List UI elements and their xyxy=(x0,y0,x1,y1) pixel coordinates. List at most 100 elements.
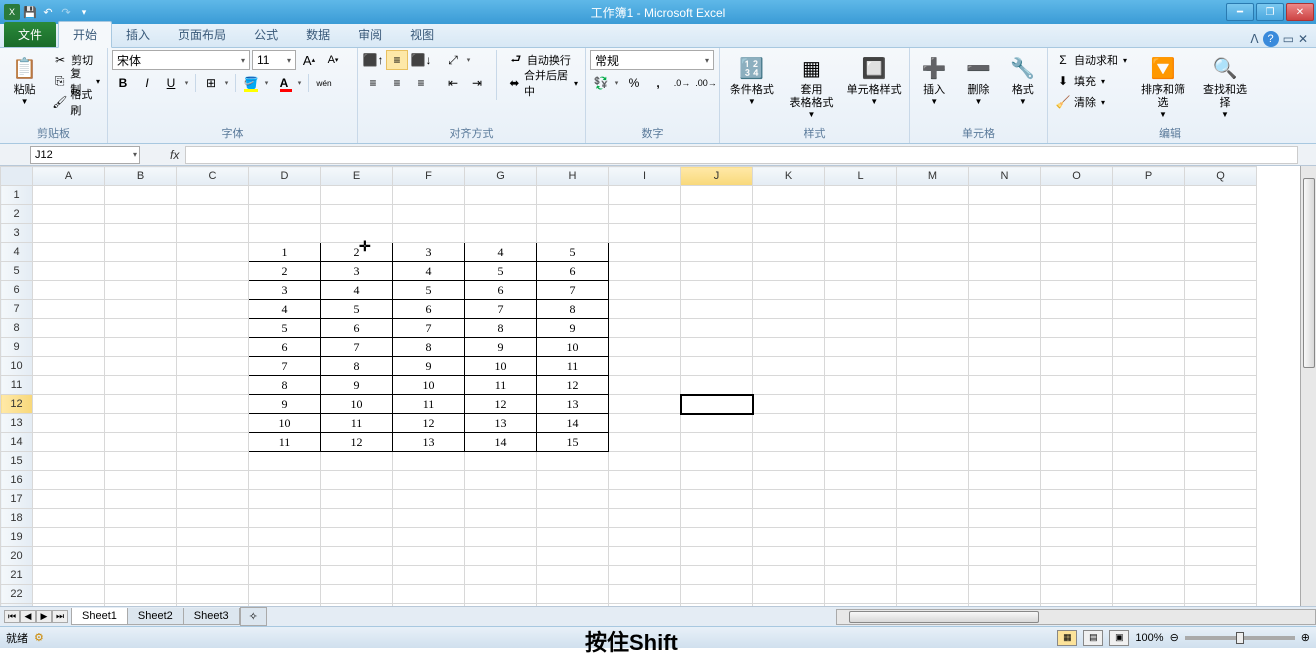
cell[interactable] xyxy=(609,376,681,395)
minimize-button[interactable]: ━ xyxy=(1226,3,1254,21)
row-header[interactable]: 5 xyxy=(1,262,33,281)
cell[interactable] xyxy=(897,395,969,414)
cell[interactable]: 6 xyxy=(537,262,609,281)
cell[interactable]: 10 xyxy=(393,376,465,395)
cell[interactable]: 12 xyxy=(321,433,393,452)
cell[interactable] xyxy=(249,547,321,566)
cell[interactable]: 6 xyxy=(393,300,465,319)
cell[interactable] xyxy=(249,509,321,528)
cell[interactable] xyxy=(105,338,177,357)
cell[interactable] xyxy=(897,547,969,566)
increase-decimal-button[interactable]: .0→ xyxy=(671,73,693,93)
cell[interactable]: 11 xyxy=(465,376,537,395)
row-header[interactable]: 18 xyxy=(1,509,33,528)
cell[interactable] xyxy=(681,471,753,490)
maximize-button[interactable]: ❐ xyxy=(1256,3,1284,21)
row-header[interactable]: 20 xyxy=(1,547,33,566)
cell[interactable] xyxy=(1113,471,1185,490)
cell[interactable] xyxy=(1185,338,1257,357)
cell[interactable] xyxy=(249,224,321,243)
cell[interactable] xyxy=(1185,186,1257,205)
format-as-table-button[interactable]: ▦套用 表格格式▼ xyxy=(784,50,840,121)
comma-style-button[interactable]: , xyxy=(647,73,669,93)
cell[interactable] xyxy=(897,205,969,224)
col-header[interactable]: F xyxy=(393,167,465,186)
cell[interactable] xyxy=(1041,528,1113,547)
zoom-in-button[interactable]: ⊕ xyxy=(1301,631,1310,644)
cell[interactable] xyxy=(753,319,825,338)
delete-cells-button[interactable]: ➖删除▼ xyxy=(958,50,998,108)
cell[interactable] xyxy=(33,585,105,604)
cell[interactable] xyxy=(969,566,1041,585)
cell[interactable] xyxy=(1041,433,1113,452)
row-header[interactable]: 4 xyxy=(1,243,33,262)
cell[interactable] xyxy=(681,414,753,433)
cell[interactable] xyxy=(969,357,1041,376)
cell[interactable] xyxy=(753,205,825,224)
cell[interactable] xyxy=(825,528,897,547)
cell[interactable] xyxy=(897,452,969,471)
col-header[interactable]: L xyxy=(825,167,897,186)
cell[interactable] xyxy=(609,547,681,566)
cell[interactable] xyxy=(897,338,969,357)
cell[interactable] xyxy=(177,414,249,433)
cell[interactable]: 3 xyxy=(393,243,465,262)
cell[interactable] xyxy=(753,509,825,528)
col-header[interactable]: B xyxy=(105,167,177,186)
cell[interactable] xyxy=(753,338,825,357)
cell[interactable] xyxy=(537,452,609,471)
cell[interactable] xyxy=(969,243,1041,262)
cell[interactable] xyxy=(249,452,321,471)
row-header[interactable]: 6 xyxy=(1,281,33,300)
cell[interactable] xyxy=(1113,395,1185,414)
cell[interactable] xyxy=(753,566,825,585)
cell[interactable] xyxy=(537,205,609,224)
select-all-corner[interactable] xyxy=(1,167,33,186)
cell[interactable] xyxy=(897,281,969,300)
align-top-button[interactable]: ⬛↑ xyxy=(362,50,384,70)
row-header[interactable]: 11 xyxy=(1,376,33,395)
cell[interactable]: 6 xyxy=(249,338,321,357)
cell[interactable] xyxy=(393,224,465,243)
cell[interactable] xyxy=(33,547,105,566)
cell[interactable] xyxy=(1113,186,1185,205)
cell[interactable] xyxy=(825,338,897,357)
cell[interactable] xyxy=(609,433,681,452)
cell[interactable]: 13 xyxy=(393,433,465,452)
decrease-indent-button[interactable]: ⇤ xyxy=(442,73,464,93)
underline-button[interactable]: U xyxy=(160,73,182,93)
cell[interactable] xyxy=(537,509,609,528)
row-header[interactable]: 3 xyxy=(1,224,33,243)
cell[interactable] xyxy=(105,585,177,604)
cell[interactable] xyxy=(1041,338,1113,357)
cell[interactable] xyxy=(969,585,1041,604)
cell[interactable] xyxy=(465,566,537,585)
cell[interactable] xyxy=(825,224,897,243)
cell[interactable] xyxy=(1041,490,1113,509)
cell[interactable] xyxy=(105,471,177,490)
cell[interactable]: 6 xyxy=(321,319,393,338)
accounting-format-button[interactable]: 💱 xyxy=(590,73,612,93)
cell[interactable] xyxy=(105,490,177,509)
cell[interactable] xyxy=(105,357,177,376)
row-header[interactable]: 9 xyxy=(1,338,33,357)
cell[interactable] xyxy=(897,319,969,338)
cell[interactable] xyxy=(897,509,969,528)
cell[interactable] xyxy=(249,490,321,509)
cell[interactable] xyxy=(897,528,969,547)
name-box[interactable]: J12▾ xyxy=(30,146,140,164)
cell[interactable] xyxy=(897,376,969,395)
cell[interactable] xyxy=(105,528,177,547)
tab-nav-last[interactable]: ⏭ xyxy=(52,610,68,623)
cell[interactable] xyxy=(753,547,825,566)
cell-styles-button[interactable]: 🔲单元格样式▼ xyxy=(843,50,905,108)
cell[interactable] xyxy=(537,471,609,490)
shrink-font-button[interactable]: A▾ xyxy=(322,50,344,70)
cell[interactable] xyxy=(393,205,465,224)
cell[interactable] xyxy=(753,490,825,509)
cell[interactable] xyxy=(1185,433,1257,452)
cell[interactable] xyxy=(33,186,105,205)
cell[interactable] xyxy=(105,186,177,205)
cell[interactable] xyxy=(105,414,177,433)
cell[interactable]: 11 xyxy=(321,414,393,433)
